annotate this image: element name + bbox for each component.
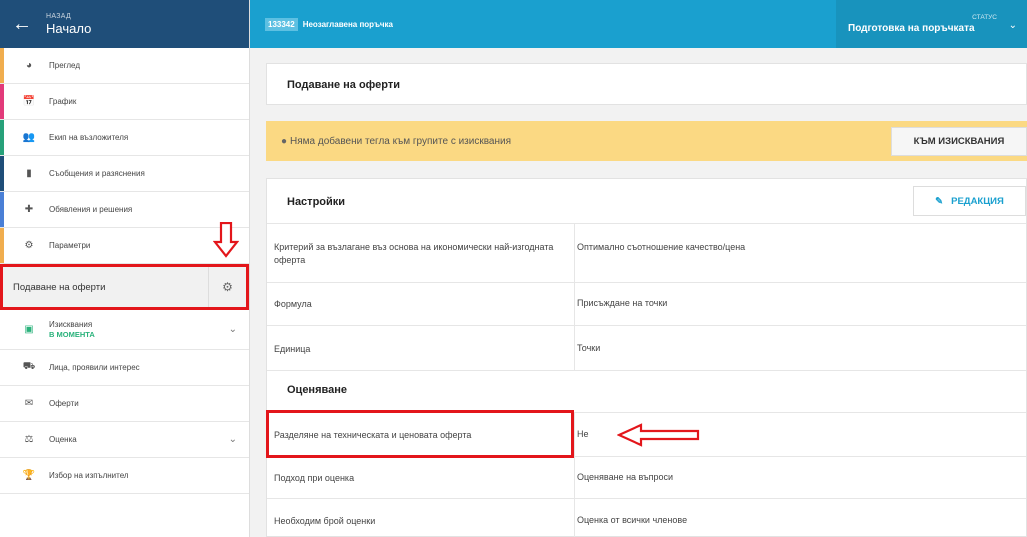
row-key: Подход при оценка — [274, 473, 355, 483]
annotation-arrow-down — [213, 222, 239, 258]
back-title: Начало — [46, 20, 92, 36]
gauge-icon: ◕ — [25, 60, 33, 71]
warning-banner: ● Няма добавени тегла към групите с изис… — [266, 121, 1027, 161]
sidebar-stripe — [0, 228, 4, 263]
row-divider — [574, 457, 575, 498]
sidebar-item-schedule[interactable]: 📅 График — [0, 84, 249, 120]
lightbulb-icon: ● — [281, 135, 288, 147]
evaluation-header: Оценяване — [267, 370, 1026, 412]
sidebar-item-label: Обявления и решения — [49, 205, 133, 214]
row-value: Оценка от всички членове — [577, 515, 688, 525]
sidebar-item-overview[interactable]: ◕ Преглед — [0, 48, 249, 84]
row-value: Оптимално съотношение качество/цена — [577, 242, 746, 252]
top-bar: 133342 Неозаглавена поръчка СТАТУС Подго… — [250, 0, 1027, 48]
settings-panel: Настройки ✎ РЕДАКЦИЯ Критерий за възлага… — [266, 178, 1027, 537]
annotation-arrow-left — [617, 423, 700, 447]
sidebar-item-offers[interactable]: ✉ Оферти — [0, 386, 249, 422]
row-key: Единица — [274, 344, 311, 354]
settings-row: Формула Присъждане на точки — [267, 282, 1026, 325]
sidebar: ← НАЗАД Начало ◕ Преглед 📅 График 👥 Екип… — [0, 0, 250, 537]
chevron-down-icon: ⌄ — [1008, 20, 1017, 31]
settings-row: Критерий за възлагане въз основа на икон… — [267, 223, 1026, 282]
sidebar-item-label: Преглед — [49, 61, 80, 70]
row-value: Оценяване на въпроси — [577, 472, 674, 482]
sidebar-stripe — [0, 120, 4, 155]
pencil-icon: ✎ — [935, 195, 944, 207]
row-key: Формула — [274, 299, 312, 309]
sidebar-item-messages[interactable]: ▮ Съобщения и разяснения — [0, 156, 249, 192]
row-value: Присъждане на точки — [577, 298, 668, 308]
chevron-down-icon[interactable]: ⌄ — [229, 434, 237, 445]
page-title: Подаване на оферти — [287, 79, 400, 91]
evaluation-row: Необходим брой оценки Оценка от всички ч… — [267, 498, 1026, 537]
arrow-left-icon: ← — [12, 13, 32, 35]
envelope-icon: ✉ — [24, 398, 34, 409]
evaluation-row: Подход при оценка Оценяване на въпроси — [267, 456, 1026, 498]
gear-icon[interactable]: ⚙ — [208, 267, 246, 307]
row-key: Необходим брой оценки — [274, 516, 376, 526]
warning-text: Няма добавени тегла към групите с изискв… — [290, 135, 512, 147]
settings-title: Настройки — [287, 196, 346, 208]
row-divider — [574, 413, 575, 456]
sidebar-item-requirements[interactable]: ▣ Изисквания В МОМЕНТА ⌄ — [0, 310, 249, 350]
status-dropdown[interactable]: СТАТУС Подготовка на поръчката ⌄ — [836, 0, 1027, 48]
sidebar-item-label: Параметри — [49, 241, 91, 250]
sidebar-item-interested[interactable]: ⛟ Лица, проявили интерес — [0, 350, 249, 386]
row-divider — [574, 283, 575, 325]
procurement-title: Неозаглавена поръчка — [302, 19, 393, 29]
row-divider — [574, 224, 575, 282]
sidebar-item-label: Избор на изпълнител — [49, 471, 129, 480]
status-badge: В МОМЕНТА — [49, 330, 95, 339]
sidebar-item-parameters[interactable]: ⚙ Параметри — [0, 228, 249, 264]
edit-button-label: РЕДАКЦИЯ — [951, 195, 1004, 207]
gear-icon: ⚙ — [24, 240, 34, 251]
status-label: СТАТУС — [972, 14, 997, 21]
sidebar-item-label: График — [49, 97, 77, 106]
sidebar-item-label: Оценка — [49, 435, 77, 444]
sidebar-item-submission[interactable]: Подаване на оферти ⚙ — [0, 264, 249, 310]
settings-row: Единица Точки — [267, 325, 1026, 370]
status-value: Подготовка на поръчката — [848, 23, 975, 34]
back-button[interactable]: ← НАЗАД Начало — [0, 0, 249, 48]
row-divider — [574, 326, 575, 370]
sidebar-stripe — [0, 156, 4, 191]
sidebar-item-team[interactable]: 👥 Екип на възложителя — [0, 120, 249, 156]
back-label: НАЗАД — [46, 12, 72, 20]
sidebar-item-label: Съобщения и разяснения — [49, 169, 145, 178]
row-value: Точки — [577, 343, 601, 353]
row-value: Не — [577, 429, 589, 439]
sidebar-item-label: Екип на възложителя — [49, 133, 129, 142]
row-key: Критерий за възлагане въз основа на икон… — [274, 242, 554, 265]
sidebar-item-label: Изисквания — [49, 320, 93, 329]
to-requirements-button[interactable]: КЪМ ИЗИСКВАНИЯ — [891, 127, 1027, 156]
sidebar-item-label: Лица, проявили интерес — [49, 363, 140, 372]
edit-button[interactable]: ✎ РЕДАКЦИЯ — [913, 186, 1026, 216]
section-header: Подаване на оферти — [266, 63, 1027, 105]
truck-icon: ⛟ — [22, 361, 36, 372]
users-icon: 👥 — [22, 132, 36, 143]
evaluation-title: Оценяване — [287, 384, 347, 396]
sidebar-stripe — [0, 48, 4, 83]
chat-bubble-icon: ▮ — [26, 168, 32, 179]
sidebar-item-label: Оферти — [49, 399, 79, 408]
sidebar-stripe — [0, 84, 4, 119]
sidebar-item-contractor[interactable]: 🏆 Избор на изпълнител — [0, 458, 249, 494]
trophy-icon: 🏆 — [22, 470, 36, 481]
sidebar-stripe — [0, 192, 4, 227]
sidebar-item-notices[interactable]: ✚ Обявления и решения — [0, 192, 249, 228]
pin-icon: ✚ — [24, 204, 34, 215]
annotation-highlight-box — [266, 410, 574, 458]
scale-icon: ⚖ — [24, 434, 34, 445]
calendar-clock-icon: 📅 — [22, 96, 36, 107]
book-icon: ▣ — [24, 324, 34, 335]
sidebar-item-evaluation[interactable]: ⚖ Оценка ⌄ — [0, 422, 249, 458]
procurement-id: 133342 — [265, 17, 298, 31]
chevron-down-icon[interactable]: ⌄ — [229, 324, 237, 335]
sidebar-item-label: Подаване на оферти — [13, 281, 106, 293]
row-divider — [574, 499, 575, 537]
